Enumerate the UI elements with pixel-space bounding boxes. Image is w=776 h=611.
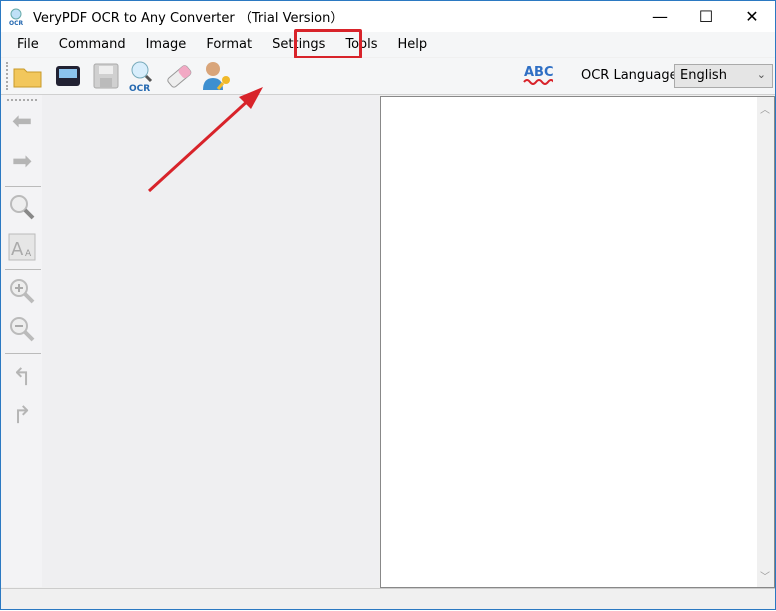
divider <box>5 269 41 270</box>
font-size-icon[interactable]: AA <box>6 231 38 263</box>
svg-text:A: A <box>25 249 32 259</box>
toolbar: OCR ABC OCR Language English ⌄ <box>1 58 775 95</box>
menu-help[interactable]: Help <box>387 37 437 52</box>
ocr-language-select[interactable]: English ⌄ <box>674 64 773 88</box>
ocr-language-value: English <box>680 68 727 83</box>
spell-check-icon[interactable]: ABC <box>523 60 553 90</box>
open-folder-icon[interactable] <box>13 61 43 91</box>
eraser-icon[interactable] <box>164 61 194 91</box>
minimize-button[interactable]: — <box>637 1 683 32</box>
close-button[interactable]: ✕ <box>729 1 775 32</box>
svg-text:ABC: ABC <box>524 65 553 80</box>
app-icon: OCR <box>9 8 25 27</box>
scanner-icon[interactable] <box>53 61 83 91</box>
maximize-button[interactable]: ☐ <box>683 1 729 32</box>
chevron-down-icon: ⌄ <box>756 68 766 81</box>
menu-file[interactable]: File <box>7 37 49 52</box>
text-output-panel[interactable]: ︿ ﹀ <box>380 96 775 588</box>
forward-arrow-icon[interactable]: ➡ <box>6 145 38 177</box>
zoom-fit-icon[interactable] <box>6 191 38 223</box>
status-bar <box>1 588 775 609</box>
side-toolbar: ⬅ ➡ AA ↰ ↱ <box>1 95 42 587</box>
rotate-left-icon[interactable]: ↰ <box>6 361 38 393</box>
app-window: OCR VeryPDF OCR to Any Converter （Trial … <box>0 0 776 610</box>
thumbnail-area <box>42 95 379 587</box>
svg-text:OCR: OCR <box>9 20 24 26</box>
title-bar: OCR VeryPDF OCR to Any Converter （Trial … <box>1 1 775 32</box>
scroll-down-icon[interactable]: ﹀ <box>760 568 770 583</box>
save-icon[interactable] <box>91 61 121 91</box>
tools-highlight-box <box>294 29 362 59</box>
menu-format[interactable]: Format <box>196 37 262 52</box>
window-title: VeryPDF OCR to Any Converter （Trial Vers… <box>33 11 344 26</box>
rotate-right-icon[interactable]: ↱ <box>6 399 38 431</box>
back-arrow-icon[interactable]: ⬅ <box>6 105 38 137</box>
menu-command[interactable]: Command <box>49 37 136 52</box>
divider <box>5 186 41 187</box>
menu-bar: File Command Image Format Settings Tools… <box>1 32 775 57</box>
user-key-icon[interactable] <box>201 61 231 91</box>
ocr-language-label: OCR Language <box>581 68 678 83</box>
zoom-in-icon[interactable] <box>6 275 38 307</box>
svg-text:A: A <box>11 239 24 260</box>
svg-text:OCR: OCR <box>129 84 150 92</box>
menu-image[interactable]: Image <box>136 37 197 52</box>
scroll-up-icon[interactable]: ︿ <box>760 101 770 116</box>
divider <box>5 353 41 354</box>
ocr-icon[interactable]: OCR <box>128 61 158 92</box>
zoom-out-icon[interactable] <box>6 313 38 345</box>
vertical-scrollbar[interactable]: ︿ ﹀ <box>757 97 774 587</box>
toolbar-grip[interactable] <box>6 62 8 90</box>
